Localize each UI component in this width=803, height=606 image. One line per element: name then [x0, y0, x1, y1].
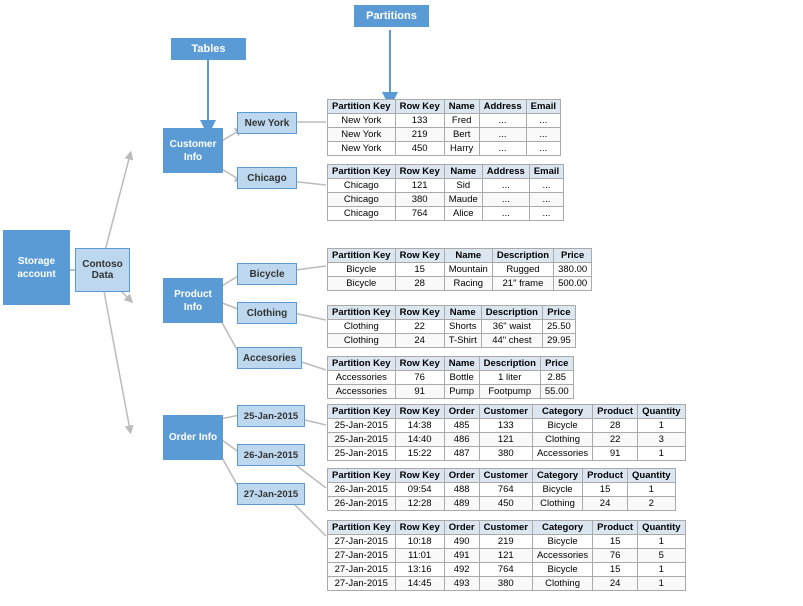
- col-order: Order: [444, 521, 479, 535]
- customer-info-box: Customer Info: [163, 128, 223, 173]
- table-row: Clothing24T-Shirt44" chest29.95: [328, 334, 576, 348]
- col-partkey: Partition Key: [328, 165, 396, 179]
- col-rowkey: Row Key: [395, 405, 444, 419]
- col-rowkey: Row Key: [395, 249, 444, 263]
- table-row: New York219Bert......: [328, 128, 561, 142]
- tables-label: Tables: [171, 38, 246, 60]
- col-rowkey: Row Key: [395, 165, 444, 179]
- customer-chicago-table: Partition Key Row Key Name Address Email…: [327, 164, 564, 221]
- col-category: Category: [532, 521, 592, 535]
- col-desc: Description: [479, 357, 540, 371]
- col-name: Name: [444, 357, 479, 371]
- col-rowkey: Row Key: [395, 357, 444, 371]
- col-quantity: Quantity: [628, 469, 676, 483]
- col-desc: Description: [481, 306, 542, 320]
- col-partkey: Partition Key: [328, 306, 396, 320]
- col-quantity: Quantity: [638, 405, 686, 419]
- jan25-partition: 25-Jan-2015: [237, 405, 305, 427]
- customer-newyork-table: Partition Key Row Key Name Address Email…: [327, 99, 561, 156]
- table-row: 25-Jan-201515:22487380Accessories911: [328, 447, 686, 461]
- col-rowkey: Row Key: [395, 521, 444, 535]
- table-row: 26-Jan-201512:28489450Clothing242: [328, 497, 676, 511]
- product-bicycle-table: Partition Key Row Key Name Description P…: [327, 248, 592, 291]
- table-row: Chicago764Alice......: [328, 207, 564, 221]
- table-row: Chicago380Maude......: [328, 193, 564, 207]
- col-partkey: Partition Key: [328, 469, 396, 483]
- col-email: Email: [526, 100, 560, 114]
- col-partkey: Partition Key: [328, 405, 396, 419]
- table-row: Bicycle15MountainRugged380.00: [328, 263, 592, 277]
- contoso-data-box: Contoso Data: [75, 248, 130, 292]
- clothing-partition: Clothing: [237, 302, 297, 324]
- col-quantity: Quantity: [638, 521, 686, 535]
- table-row: 27-Jan-201513:16492764Bicycle151: [328, 563, 686, 577]
- table-row: 27-Jan-201514:45493380Clothing241: [328, 577, 686, 591]
- product-accessories-table: Partition Key Row Key Name Description P…: [327, 356, 574, 399]
- col-name: Name: [444, 165, 482, 179]
- product-info-box: Product Info: [163, 278, 223, 323]
- accessories-partition: Accesories: [237, 347, 302, 369]
- order-info-box: Order Info: [163, 415, 223, 460]
- bicycle-partition: Bicycle: [237, 263, 297, 285]
- table-row: 25-Jan-201514:40486121Clothing223: [328, 433, 686, 447]
- order-27jan-table: Partition Key Row Key Order Customer Cat…: [327, 520, 686, 591]
- col-customer: Customer: [479, 469, 532, 483]
- product-clothing-table: Partition Key Row Key Name Description P…: [327, 305, 576, 348]
- partitions-label: Partitions: [354, 5, 429, 27]
- col-email: Email: [529, 165, 563, 179]
- col-name: Name: [444, 249, 492, 263]
- table-row: Accessories76Bottle1 liter2.85: [328, 371, 574, 385]
- table-row: New York133Fred......: [328, 114, 561, 128]
- col-product: Product: [593, 405, 638, 419]
- col-partkey: Partition Key: [328, 249, 396, 263]
- col-desc: Description: [492, 249, 553, 263]
- table-row: Bicycle28Racing21" frame500.00: [328, 277, 592, 291]
- col-address: Address: [479, 100, 526, 114]
- table-row: 26-Jan-201509:54488764Bicycle151: [328, 483, 676, 497]
- col-partkey: Partition Key: [328, 521, 396, 535]
- order-25jan-table: Partition Key Row Key Order Customer Cat…: [327, 404, 686, 461]
- col-customer: Customer: [479, 521, 532, 535]
- table-row: New York450Harry......: [328, 142, 561, 156]
- new-york-partition: New York: [237, 112, 297, 134]
- col-price: Price: [542, 306, 575, 320]
- jan27-partition: 27-Jan-2015: [237, 483, 305, 505]
- col-product: Product: [593, 521, 638, 535]
- col-rowkey: Row Key: [395, 306, 444, 320]
- table-row: Accessories91PumpFootpump55.00: [328, 385, 574, 399]
- col-price: Price: [540, 357, 573, 371]
- diagram: Partitions Tables Storage account Contos…: [0, 0, 803, 606]
- table-row: 27-Jan-201510:18490219Bicycle151: [328, 535, 686, 549]
- col-rowkey: Row Key: [395, 100, 444, 114]
- storage-account-box: Storage account: [3, 230, 70, 305]
- col-name: Name: [444, 306, 481, 320]
- col-price: Price: [554, 249, 592, 263]
- order-26jan-table: Partition Key Row Key Order Customer Cat…: [327, 468, 676, 511]
- col-order: Order: [444, 405, 479, 419]
- col-rowkey: Row Key: [395, 469, 444, 483]
- table-row: 25-Jan-201514:38485133Bicycle281: [328, 419, 686, 433]
- col-partkey: Partition Key: [328, 100, 396, 114]
- col-customer: Customer: [479, 405, 532, 419]
- col-category: Category: [532, 469, 582, 483]
- table-row: Clothing22Shorts36" waist25.50: [328, 320, 576, 334]
- col-name: Name: [444, 100, 479, 114]
- chicago-partition: Chicago: [237, 167, 297, 189]
- table-row: Chicago121Sid......: [328, 179, 564, 193]
- col-category: Category: [532, 405, 592, 419]
- jan26-partition: 26-Jan-2015: [237, 444, 305, 466]
- arrows-svg: [0, 0, 803, 606]
- col-order: Order: [444, 469, 479, 483]
- col-partkey: Partition Key: [328, 357, 396, 371]
- col-product: Product: [583, 469, 628, 483]
- table-row: 27-Jan-201511:01491121Accessories765: [328, 549, 686, 563]
- col-address: Address: [482, 165, 529, 179]
